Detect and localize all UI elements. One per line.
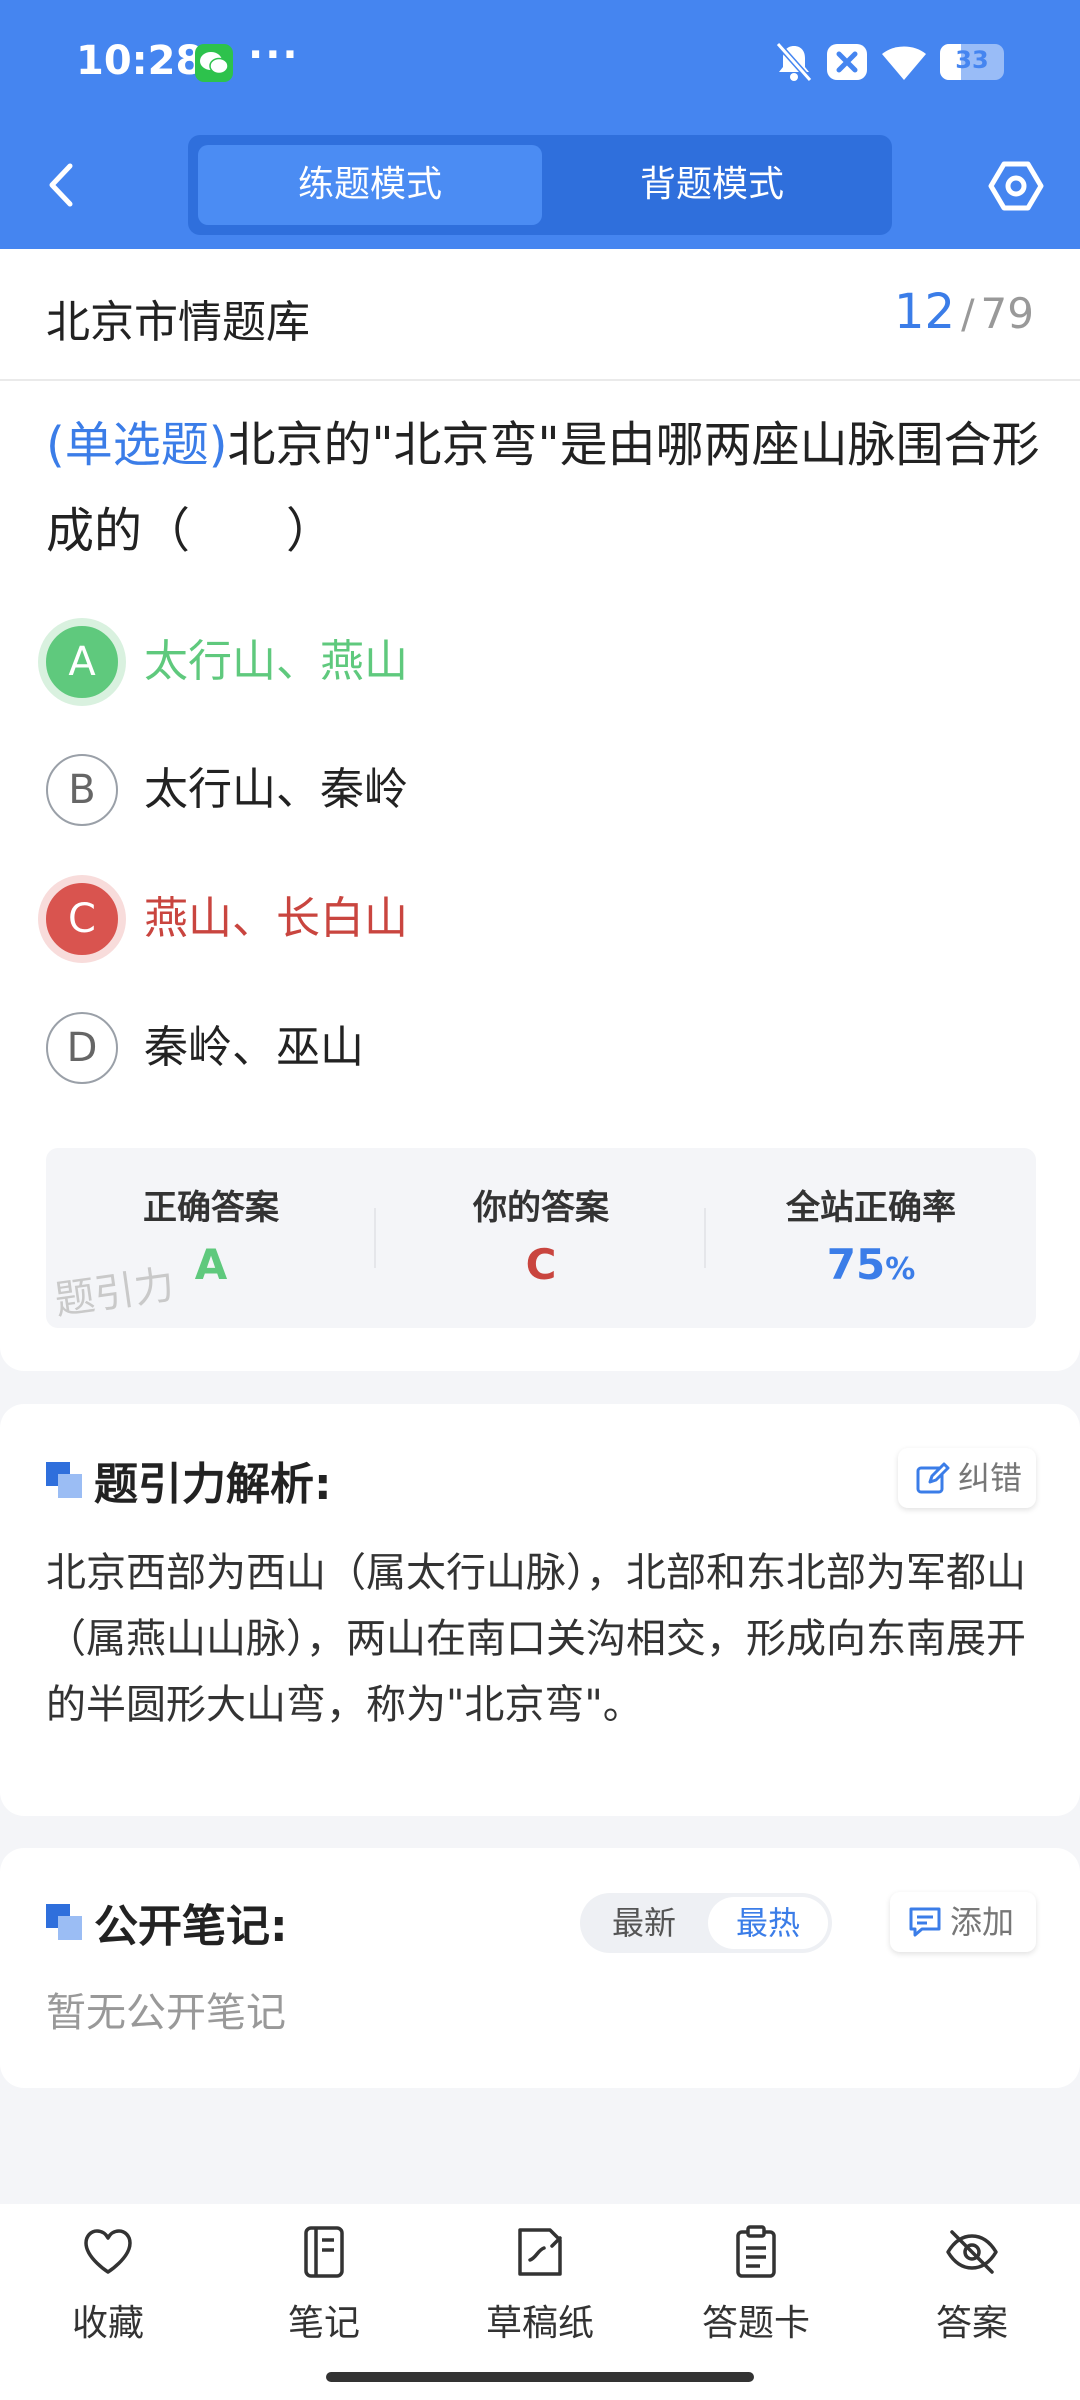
report-error-button[interactable]: 纠错 [898,1448,1036,1508]
option-text: 燕山、长白山 [144,893,408,944]
hexagon-settings-icon [988,161,1044,211]
question-type-label: (单选题) [46,417,228,473]
section-squares-icon [46,1904,82,1940]
wechat-icon [195,44,233,82]
tab-practice-mode[interactable]: 练题模式 [198,145,542,225]
accuracy-rate-value: 75% [706,1240,1036,1289]
option-letter: D [46,1012,118,1084]
option-letter: B [46,754,118,826]
option-c[interactable]: C 燕山、长白山 [46,883,946,957]
wifi-icon [880,40,928,86]
battery-percent: 33 [955,46,989,74]
accuracy-rate-label: 全站正确率 [786,1188,956,1228]
sort-latest[interactable]: 最新 [584,1897,704,1949]
show-answer-label: 答案 [935,2303,1008,2344]
option-text: 秦岭、巫山 [144,1022,364,1073]
mute-bell-icon [772,40,816,88]
top-header: 10:28 ··· 33 练题模式 背题模式 [0,0,1080,249]
show-answer-button[interactable]: 答案 [864,2224,1080,2354]
status-time: 10:28 [76,38,204,84]
add-note-label: 添加 [950,1903,1015,1941]
battery-icon: 33 [940,44,1004,80]
option-b[interactable]: B 太行山、秦岭 [46,754,946,828]
draft-paper-label: 草稿纸 [485,2303,594,2344]
current-question-number: 12 [893,284,956,340]
edit-icon [916,1462,950,1494]
comment-icon [909,1907,941,1937]
section-squares-icon [46,1462,82,1498]
add-note-button[interactable]: 添加 [890,1892,1036,1952]
option-a[interactable]: A 太行山、燕山 [46,626,946,700]
analysis-title: 题引力解析: [94,1459,332,1510]
public-notes-title: 公开笔记: [94,1901,288,1952]
report-error-label: 纠错 [958,1459,1023,1497]
accuracy-rate-number: 75 [826,1240,886,1289]
analysis-text: 北京西部为西山（属太行山脉），北部和东北部为军都山（属燕山山脉），两山在南口关沟… [46,1550,1026,1728]
option-text: 太行山、秦岭 [144,764,408,815]
answer-summary: 正确答案 A 你的答案 C 全站正确率 75% [46,1148,1036,1328]
tab-memorize-mode[interactable]: 背题模式 [540,145,884,225]
option-letter: C [46,883,118,955]
notes-label: 笔记 [287,2303,360,2344]
divider [0,379,1080,381]
option-letter: A [46,626,118,698]
answer-sheet-icon [736,2225,776,2278]
your-answer-col: 你的答案 C [376,1148,706,1328]
notes-button[interactable]: 笔记 [216,2224,432,2354]
your-answer-label: 你的答案 [473,1188,609,1228]
total-question-count: 79 [980,289,1034,338]
answer-sheet-label: 答题卡 [701,2303,810,2344]
question-progress: 12/79 [894,284,1034,340]
accuracy-rate-col: 全站正确率 75% [706,1148,1036,1328]
back-button[interactable] [44,160,80,210]
option-text: 太行山、燕山 [144,636,408,687]
favorite-button[interactable]: 收藏 [0,2224,216,2354]
empty-notes-text: 暂无公开笔记 [46,1990,286,2036]
public-notes-card [0,1848,1080,2088]
notes-sort-toggle: 最新 最热 [580,1893,832,1953]
answer-sheet-button[interactable]: 答题卡 [648,2224,864,2354]
draft-paper-icon [518,2228,562,2276]
progress-separator: / [961,292,975,338]
question-bank-title: 北京市情题库 [46,297,310,348]
favorite-label: 收藏 [71,2303,144,2344]
heart-icon [84,2229,132,2274]
correct-answer-label: 正确答案 [143,1188,279,1228]
settings-button[interactable] [988,158,1044,214]
option-d[interactable]: D 秦岭、巫山 [46,1012,946,1086]
draft-paper-button[interactable]: 草稿纸 [432,2224,648,2354]
eye-off-icon [946,2230,998,2274]
your-answer-value: C [525,1240,557,1289]
status-bar: 10:28 ··· 33 [0,0,1080,125]
home-indicator[interactable] [326,2372,754,2382]
accuracy-rate-unit: % [885,1252,916,1287]
notebook-icon [304,2226,344,2278]
sort-hottest[interactable]: 最热 [708,1897,828,1949]
more-notifications-icon: ··· [248,32,300,78]
mode-tabs: 练题模式 背题模式 [188,135,892,235]
close-box-icon [826,42,868,86]
question-stem: (单选题)北京的"北京弯"是由哪两座山脉围合形成的（ ） [46,402,1046,574]
